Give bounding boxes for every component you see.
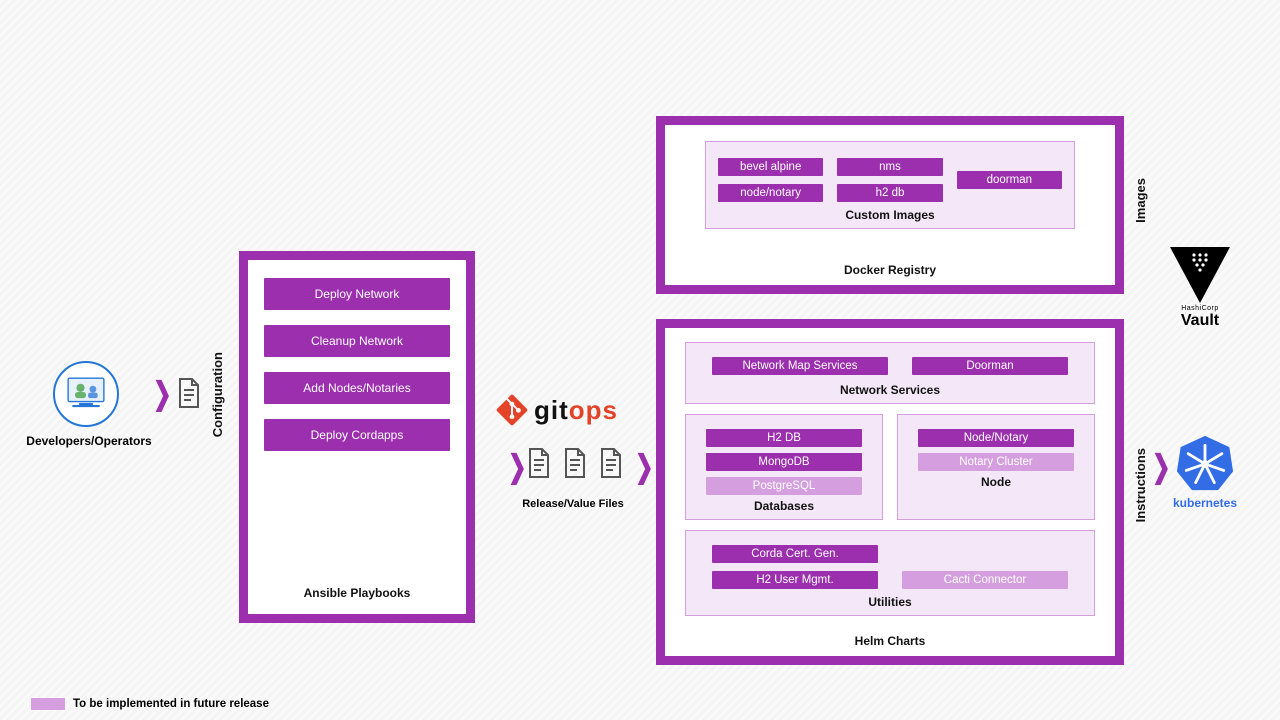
- helm-notary-cluster: Notary Cluster: [918, 453, 1074, 471]
- configuration-label: Configuration: [210, 352, 225, 437]
- network-services-box: Network Map Services Doorman Network Ser…: [685, 342, 1095, 404]
- vault-logo: HashiCorp Vault: [1160, 247, 1240, 330]
- docker-image-doorman: doorman: [957, 171, 1062, 189]
- helm-charts-panel: Network Map Services Doorman Network Ser…: [656, 319, 1124, 665]
- images-label: Images: [1133, 178, 1148, 223]
- docker-registry-panel: bevel alpine nms doorman node/notary h2 …: [656, 116, 1124, 294]
- arrow-ansible-to-files: ❯: [508, 449, 526, 485]
- databases-box: H2 DB MongoDB PostgreSQL Databases: [685, 414, 883, 520]
- docker-image-node-notary: node/notary: [718, 184, 823, 202]
- legend-future: To be implemented in future release: [31, 698, 269, 710]
- helm-util-cacti: Cacti Connector: [902, 571, 1068, 589]
- kubernetes-label: kubernetes: [1173, 496, 1237, 510]
- diagram-canvas: Developers/Operators ❯ Configuration Dep…: [0, 0, 1280, 720]
- ansible-item-cleanup-network: Cleanup Network: [264, 325, 450, 357]
- developers-caption: Developers/Operators: [14, 434, 164, 448]
- developers-icon: [53, 361, 119, 427]
- ansible-playbooks-panel: Deploy Network Cleanup Network Add Nodes…: [239, 251, 475, 623]
- utilities-title: Utilities: [698, 595, 1082, 609]
- docker-image-nms: nms: [837, 158, 942, 176]
- custom-images-box: bevel alpine nms doorman node/notary h2 …: [705, 141, 1075, 229]
- legend-text: To be implemented in future release: [73, 698, 269, 710]
- gitops-ops: ops: [569, 395, 618, 425]
- legend-swatch-icon: [31, 698, 65, 710]
- custom-images-title: Custom Images: [718, 208, 1062, 222]
- helm-db-postgres: PostgreSQL: [706, 477, 862, 495]
- utilities-box: Corda Cert. Gen. H2 User Mgmt. Cacti Con…: [685, 530, 1095, 616]
- gitops-git: git: [534, 395, 569, 425]
- config-file-icon: [177, 378, 201, 413]
- ansible-title: Ansible Playbooks: [248, 586, 466, 600]
- kubernetes-logo: kubernetes: [1168, 434, 1242, 510]
- node-title: Node: [910, 475, 1082, 489]
- helm-util-corda-cert: Corda Cert. Gen.: [712, 545, 878, 563]
- network-services-title: Network Services: [698, 383, 1082, 397]
- gitops-logo: gitops: [496, 394, 618, 426]
- helm-util-h2-user: H2 User Mgmt.: [712, 571, 878, 589]
- vault-brand: HashiCorp: [1181, 305, 1219, 312]
- docker-image-h2db: h2 db: [837, 184, 942, 202]
- helm-network-map: Network Map Services: [712, 357, 888, 375]
- vault-name: Vault: [1181, 312, 1219, 330]
- helm-node-notary: Node/Notary: [918, 429, 1074, 447]
- helm-db-h2: H2 DB: [706, 429, 862, 447]
- ansible-item-deploy-network: Deploy Network: [264, 278, 450, 310]
- helm-db-mongo: MongoDB: [706, 453, 862, 471]
- ansible-item-deploy-cordapps: Deploy Cordapps: [264, 419, 450, 451]
- arrow-files-to-helm: ❯: [635, 449, 653, 485]
- helm-charts-title: Helm Charts: [665, 634, 1115, 648]
- databases-title: Databases: [698, 499, 870, 513]
- docker-image-bevel-alpine: bevel alpine: [718, 158, 823, 176]
- instructions-label: Instructions: [1133, 448, 1148, 522]
- release-files-caption: Release/Value Files: [518, 498, 628, 511]
- ansible-item-add-nodes: Add Nodes/Notaries: [264, 372, 450, 404]
- helm-doorman: Doorman: [912, 357, 1068, 375]
- arrow-dev-to-config: ❯: [153, 376, 171, 412]
- release-files-icon: [527, 448, 623, 478]
- node-box: Node/Notary Notary Cluster Node: [897, 414, 1095, 520]
- docker-registry-title: Docker Registry: [665, 263, 1115, 277]
